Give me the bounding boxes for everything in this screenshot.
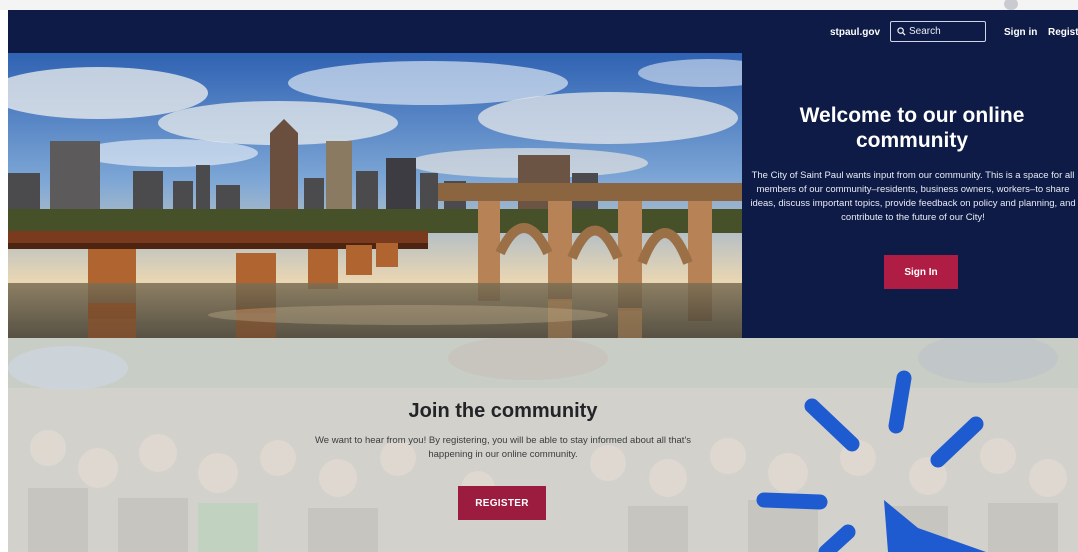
browser-profile-icon[interactable] (1004, 0, 1018, 10)
welcome-panel: Welcome to our online community The City… (742, 53, 1078, 338)
loading-spinner-icon (756, 370, 986, 552)
hero-skyline-image (8, 53, 742, 338)
header-register-link[interactable]: Register (1048, 27, 1078, 38)
join-section: Join the community We want to hear from … (8, 338, 1078, 552)
site-header: stpaul.gov Sign in Register (8, 10, 1078, 53)
stpaul-gov-link[interactable]: stpaul.gov (830, 27, 880, 38)
search-box[interactable] (890, 21, 986, 42)
header-sign-in-link[interactable]: Sign in (1004, 27, 1037, 38)
browser-top-strip (0, 0, 1078, 10)
search-input[interactable] (909, 26, 979, 37)
page: stpaul.gov Sign in Register (8, 10, 1078, 552)
join-title: Join the community (408, 400, 598, 422)
sign-in-button[interactable]: Sign In (884, 255, 958, 289)
join-description: We want to hear from you! By registering… (314, 435, 692, 460)
search-icon (897, 27, 906, 36)
welcome-description: The City of Saint Paul wants input from … (750, 170, 1076, 223)
welcome-title: Welcome to our online community (799, 104, 1025, 152)
register-button[interactable]: REGISTER (458, 486, 546, 520)
